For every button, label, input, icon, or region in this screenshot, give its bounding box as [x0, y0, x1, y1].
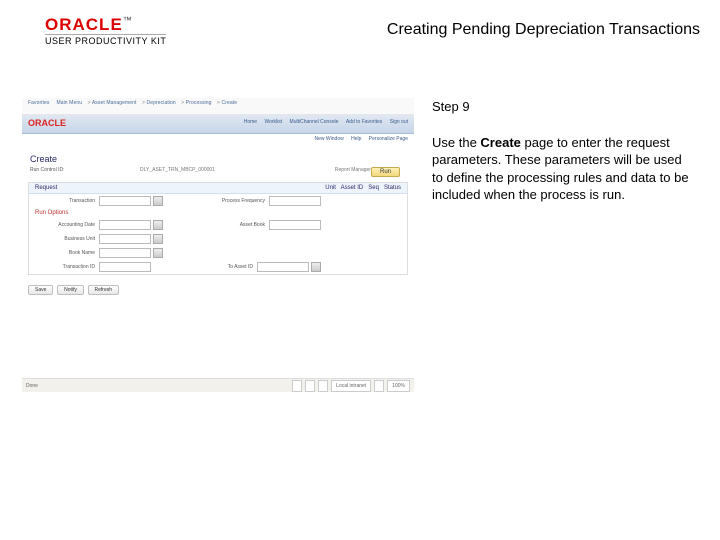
app-oracle-logo: ORACLE [28, 118, 66, 128]
report-manager-link[interactable]: Report Manager [335, 167, 371, 177]
status-zone [374, 380, 384, 392]
accounting-date-input[interactable] [99, 220, 151, 230]
oracle-logo-text: ORACLE [45, 15, 123, 34]
book-name-input[interactable] [99, 248, 151, 258]
link-worklist[interactable]: Worklist [264, 119, 282, 125]
page-title: Creating Pending Depreciation Transactio… [387, 21, 700, 39]
request-label: Request [35, 185, 57, 191]
link-multichannel[interactable]: MultiChannel Console [290, 119, 339, 125]
process-frequency-select[interactable] [269, 196, 321, 206]
status-zone [318, 380, 328, 392]
transaction-input[interactable] [99, 196, 151, 206]
lookup-icon[interactable] [153, 234, 163, 244]
request-columns: Unit Asset ID Seq Status [325, 185, 401, 191]
run-control-label: Run Control ID: [30, 167, 140, 177]
run-options-group: Run Options [29, 208, 407, 218]
to-asset-id-input[interactable] [257, 262, 309, 272]
status-bar: Done Local intranet 100% [22, 378, 414, 392]
form-title: Create [30, 154, 406, 164]
link-new-window[interactable]: New Window [315, 136, 344, 142]
refresh-button[interactable]: Refresh [88, 285, 120, 295]
link-home[interactable]: Home [244, 119, 257, 125]
embedded-app-screenshot: Favorites Main Menu > Asset Management >… [22, 98, 414, 344]
app-header-bar: ORACLE Home Worklist MultiChannel Consol… [22, 115, 414, 134]
status-zoom: 100% [387, 380, 410, 392]
link-personalize[interactable]: Personalize Page [369, 136, 408, 142]
instruction-panel: Step 9 Use the Create page to enter the … [432, 98, 694, 204]
app-subnav: New Window Help Personalize Page [22, 134, 414, 148]
oracle-logo-subtitle: USER PRODUCTIVITY KIT [45, 36, 166, 46]
link-add-favorites[interactable]: Add to Favorites [346, 119, 382, 125]
lookup-icon[interactable] [311, 262, 321, 272]
breadcrumb: Favorites Main Menu > Asset Management >… [22, 98, 414, 115]
save-button[interactable]: Save [28, 285, 53, 295]
form-footer: Save Notify Refresh [22, 281, 414, 299]
asset-book-select[interactable] [269, 220, 321, 230]
status-zone [305, 380, 315, 392]
business-unit-input[interactable] [99, 234, 151, 244]
run-button[interactable]: Run [371, 167, 400, 177]
link-help[interactable]: Help [351, 136, 361, 142]
app-header-links: Home Worklist MultiChannel Console Add t… [238, 119, 408, 125]
calendar-icon[interactable] [153, 220, 163, 230]
run-control-value: DLY_ASET_TRN_MBCP_000001 [140, 167, 215, 177]
instruction-text: Use the Create page to enter the request… [432, 134, 694, 204]
lookup-icon[interactable] [153, 248, 163, 258]
request-box: Request Unit Asset ID Seq Status Transac… [28, 182, 408, 275]
oracle-logo: ORACLE™ USER PRODUCTIVITY KIT [45, 15, 166, 46]
status-zone-intranet: Local intranet [331, 380, 371, 392]
oracle-logo-tm: ™ [123, 15, 132, 25]
notify-button[interactable]: Notify [57, 285, 84, 295]
status-zone [292, 380, 302, 392]
link-signout[interactable]: Sign out [390, 119, 408, 125]
step-number: Step 9 [432, 98, 694, 116]
lookup-icon[interactable] [153, 196, 163, 206]
transaction-id-input[interactable] [99, 262, 151, 272]
status-left: Done [26, 383, 38, 389]
